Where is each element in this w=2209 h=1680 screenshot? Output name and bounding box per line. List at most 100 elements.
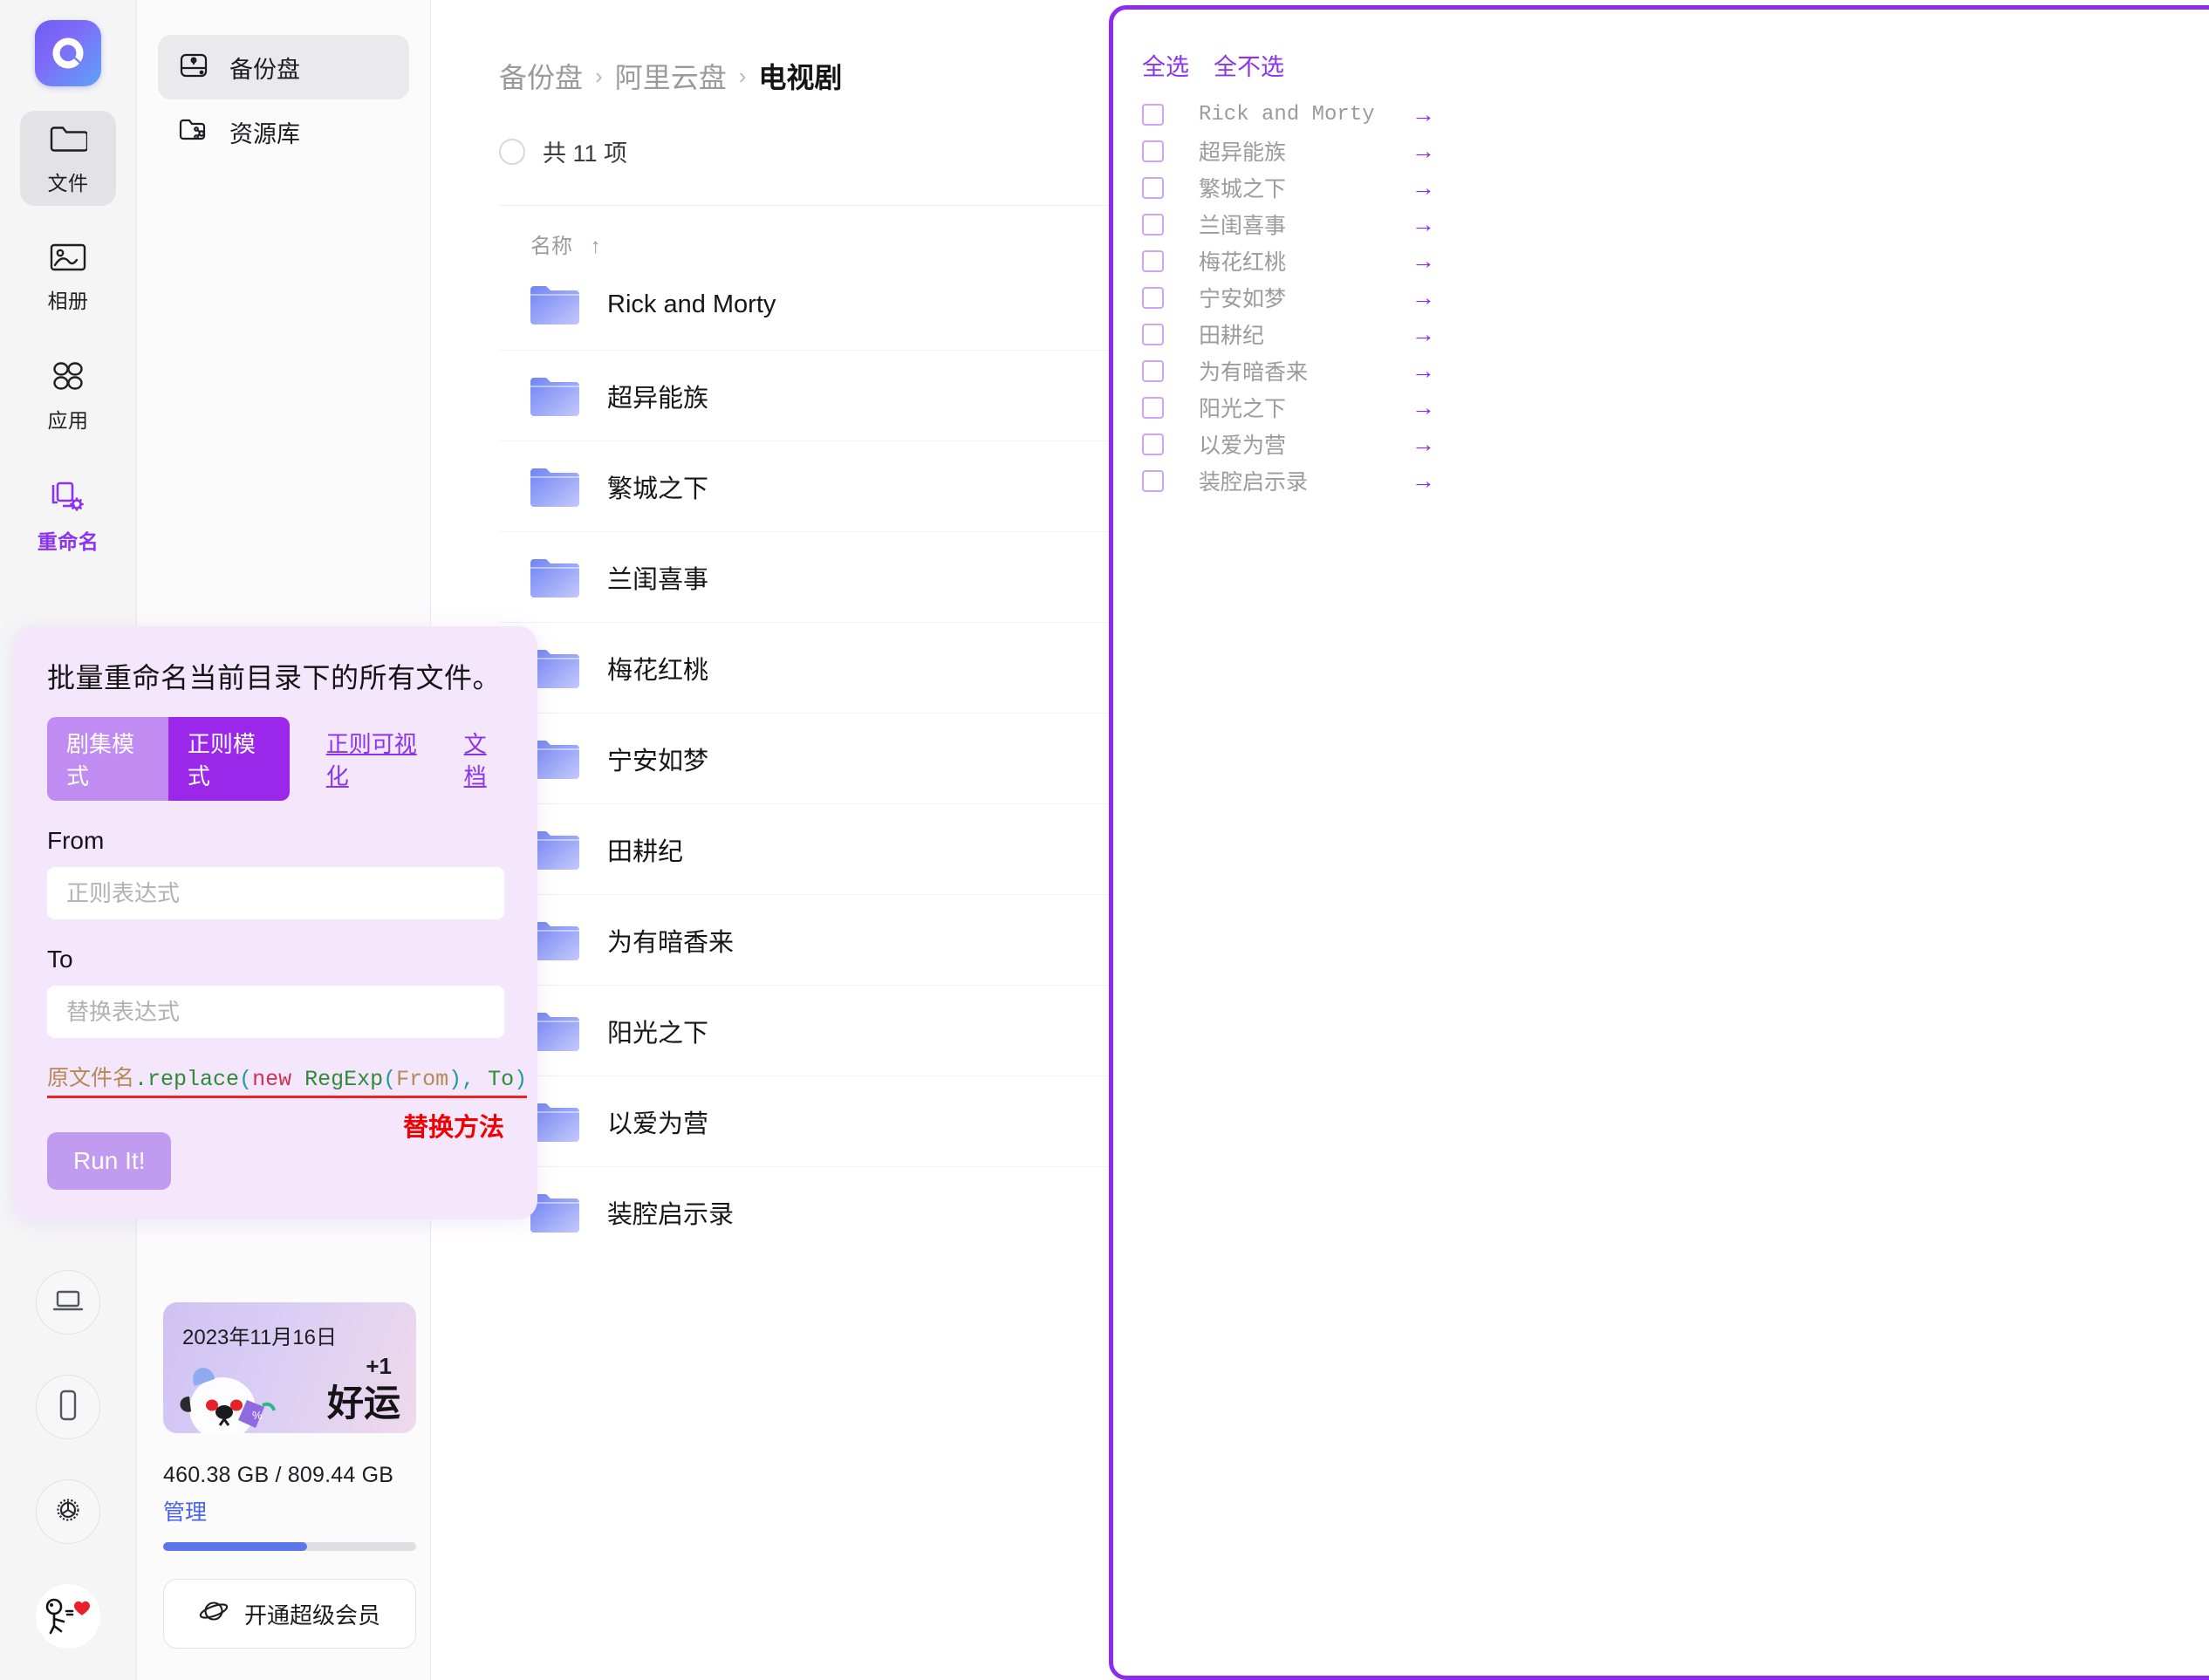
laptop-device-button[interactable] [36,1270,100,1335]
arrow-right-icon[interactable]: → [1412,211,1435,238]
upgrade-vip-button[interactable]: 开通超级会员 [163,1579,416,1649]
folder-icon [530,558,579,598]
mascot-icon: % [180,1368,276,1433]
from-input[interactable] [47,867,504,919]
folder-icon [530,1193,579,1233]
sidebar-item-apps[interactable]: 应用 [20,348,116,443]
stick-figure-heart-avatar-icon [42,1593,94,1641]
selection-item-label: 阳光之下 [1199,397,1287,421]
selection-item-label: 宁安如梦 [1199,287,1287,311]
file-name: 装腔启示录 [607,1200,735,1229]
arrow-right-icon[interactable]: → [1412,321,1435,348]
selection-checkbox[interactable] [1142,323,1164,345]
arrow-right-icon[interactable]: → [1412,138,1435,165]
arrow-right-icon[interactable]: → [1412,101,1435,128]
code-token-mid: ), [448,1067,489,1092]
run-it-button[interactable]: Run It! [47,1132,172,1190]
selection-item-label: 为有暗香来 [1199,360,1309,385]
select-all-link[interactable]: 全选 [1142,48,1189,82]
folder-icon [530,1103,579,1142]
selection-checkbox[interactable] [1142,396,1164,419]
sidebar-item-albums[interactable]: 相册 [20,230,116,324]
folder-icon [530,649,579,688]
folder-icon [530,1012,579,1051]
nav-item-resource-library[interactable]: 资源库 [158,99,409,164]
storage-usage-text: 460.38 GB / 809.44 GB [163,1463,394,1487]
selection-row[interactable]: 以爱为营 → [1113,426,2209,462]
selection-checkbox[interactable] [1142,140,1164,162]
code-token-var: 原文件名 [47,1067,135,1092]
selection-row[interactable]: 宁安如梦 → [1113,279,2209,316]
arrow-right-icon[interactable]: → [1412,431,1435,458]
folder-icon [530,468,579,507]
regex-visualize-link[interactable]: 正则可视化 [326,727,427,791]
selection-checkbox[interactable] [1142,433,1164,455]
selection-item-label: 以爱为营 [1199,434,1287,458]
sidebar-item-rename[interactable]: 重命名 [20,468,116,564]
file-name: 以爱为营 [607,1110,709,1138]
nav-item-backup-drive-label: 备份盘 [229,56,300,83]
selection-row[interactable]: 繁城之下 → [1113,169,2209,206]
selection-checkbox[interactable] [1142,103,1164,126]
breadcrumb-item[interactable]: 备份盘 [499,56,583,96]
file-name: 阳光之下 [607,1019,709,1048]
folder-icon [530,286,579,324]
sort-ascending-icon: ↑ [590,235,601,258]
mode-regex-button[interactable]: 正则模式 [168,717,290,801]
code-token-close-paren: ) [514,1067,528,1092]
selection-item-label: 繁城之下 [1199,177,1287,201]
select-all-radio-icon[interactable] [499,138,525,165]
code-token-open-paren: ( [239,1067,253,1092]
nav-item-backup-drive[interactable]: 备份盘 [158,35,409,99]
breadcrumb-item[interactable]: 阿里云盘 [615,56,727,96]
selection-item-label: 装腔启示录 [1199,470,1309,495]
upgrade-vip-label: 开通超级会员 [243,1601,380,1629]
select-none-link[interactable]: 全不选 [1214,48,1284,82]
selection-checkbox[interactable] [1142,286,1164,309]
folder-icon [49,122,89,160]
selection-row[interactable]: 装腔启示录 → [1113,462,2209,499]
rename-mode-segmented-control: 剧集模式 正则模式 正则可视化 文档 [47,717,504,801]
storage-manage-link[interactable]: 管理 [163,1495,207,1526]
shared-folder-icon [177,114,210,150]
mode-episode-button[interactable]: 剧集模式 [47,717,168,801]
selection-row[interactable]: 田耕纪 → [1113,316,2209,352]
arrow-right-icon[interactable]: → [1412,248,1435,275]
arrow-right-icon[interactable]: → [1412,394,1435,421]
avatar[interactable] [36,1584,100,1649]
selection-checkbox[interactable] [1142,249,1164,272]
arrow-right-icon[interactable]: → [1412,358,1435,385]
selection-checkbox[interactable] [1142,359,1164,382]
selection-row[interactable]: Rick and Morty → [1113,96,2209,133]
file-name: 宁安如梦 [607,747,709,775]
arrow-right-icon[interactable]: → [1412,284,1435,311]
code-token-keyword: new [252,1067,292,1092]
selection-row[interactable]: 超异能族 → [1113,133,2209,169]
file-name: 兰闺喜事 [607,565,709,594]
settings-button[interactable] [36,1479,100,1544]
phone-device-button[interactable] [36,1375,100,1439]
svg-text:%: % [252,1409,263,1422]
arrow-right-icon[interactable]: → [1412,174,1435,201]
docs-link[interactable]: 文档 [464,727,504,791]
selection-item-label: 梅花红桃 [1199,250,1287,275]
selection-checkbox[interactable] [1142,176,1164,199]
replace-formula-code: 原文件名.replace(new RegExp(From), To) [47,1061,528,1098]
selection-row[interactable]: 阳光之下 → [1113,389,2209,426]
rename-panel-links: 正则可视化 文档 [326,727,504,791]
file-name: 为有暗香来 [607,928,735,957]
breadcrumb-item: 电视剧 [758,62,843,93]
file-name: 超异能族 [607,384,709,413]
arrow-right-icon[interactable]: → [1412,468,1435,495]
to-input[interactable] [47,986,504,1038]
selection-row[interactable]: 为有暗香来 → [1113,352,2209,389]
selection-row[interactable]: 梅花红桃 → [1113,242,2209,279]
sidebar-item-files[interactable]: 文件 [20,111,116,206]
storage-section: 2023年11月16日 +1 好运 % 460.38 GB / 809.44 G… [137,1302,431,1680]
selection-checkbox[interactable] [1142,469,1164,492]
promo-card[interactable]: 2023年11月16日 +1 好运 % [163,1302,416,1433]
column-header-name-label: 名称 [530,235,572,258]
selection-row[interactable]: 兰闺喜事 → [1113,206,2209,242]
promo-word: 好运 [326,1383,400,1424]
selection-checkbox[interactable] [1142,213,1164,236]
